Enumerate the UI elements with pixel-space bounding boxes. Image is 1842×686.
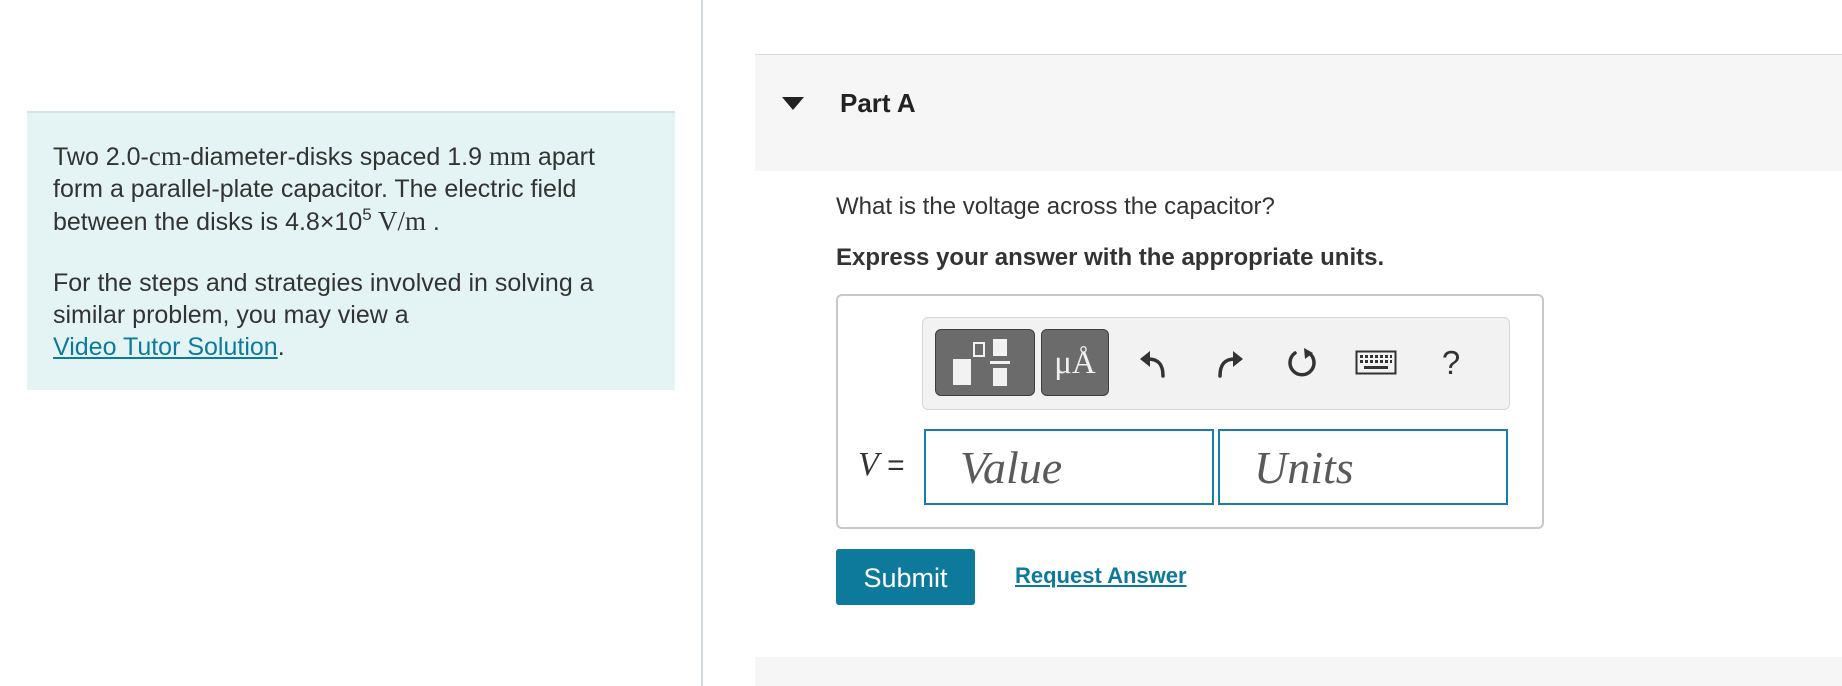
next-part-strip xyxy=(755,657,1842,686)
question-text: What is the voltage across the capacitor… xyxy=(836,193,1275,220)
redo-icon[interactable] xyxy=(1210,343,1250,383)
part-title: Part A xyxy=(840,88,916,118)
exponent: 5 xyxy=(362,205,372,224)
unit-mm: mm xyxy=(488,141,531,171)
collapse-caret-icon[interactable] xyxy=(782,97,804,110)
instruction-text: Express your answer with the appropriate… xyxy=(836,244,1385,271)
keyboard-icon[interactable] xyxy=(1355,343,1397,383)
submit-button[interactable]: Submit xyxy=(836,549,975,605)
templates-icon xyxy=(953,339,1010,386)
unit-v-per-m: V/m xyxy=(371,206,426,236)
help-icon[interactable]: ? xyxy=(1431,343,1471,383)
units-input[interactable] xyxy=(1218,429,1508,505)
templates-button[interactable] xyxy=(935,329,1035,396)
units-button[interactable]: μÅ xyxy=(1041,329,1109,396)
panel-divider xyxy=(701,0,703,686)
value-input[interactable] xyxy=(924,429,1214,505)
unit-cm: cm xyxy=(148,141,182,171)
problem-panel: Two 2.0-cm-diameter-disks spaced 1.9 mm … xyxy=(27,111,675,390)
reset-icon[interactable] xyxy=(1282,343,1322,383)
video-tutor-link[interactable]: Video Tutor Solution xyxy=(53,333,278,361)
problem-text: -diameter-disks spaced 1.9 xyxy=(181,143,489,171)
problem-statement: Two 2.0-cm-diameter-disks spaced 1.9 mm … xyxy=(53,140,650,238)
variable-label: V = xyxy=(858,446,905,484)
part-header[interactable] xyxy=(755,54,1842,171)
problem-text: Two 2.0- xyxy=(53,143,149,171)
variable-symbol: V xyxy=(858,446,879,483)
undo-icon[interactable] xyxy=(1133,343,1173,383)
help-paragraph: For the steps and strategies involved in… xyxy=(53,267,650,363)
help-text: For the steps and strategies involved in… xyxy=(53,269,594,329)
request-answer-link[interactable]: Request Answer xyxy=(1015,563,1187,589)
equals-sign: = xyxy=(878,449,905,482)
problem-text: . xyxy=(425,208,440,236)
link-suffix: . xyxy=(277,333,285,361)
